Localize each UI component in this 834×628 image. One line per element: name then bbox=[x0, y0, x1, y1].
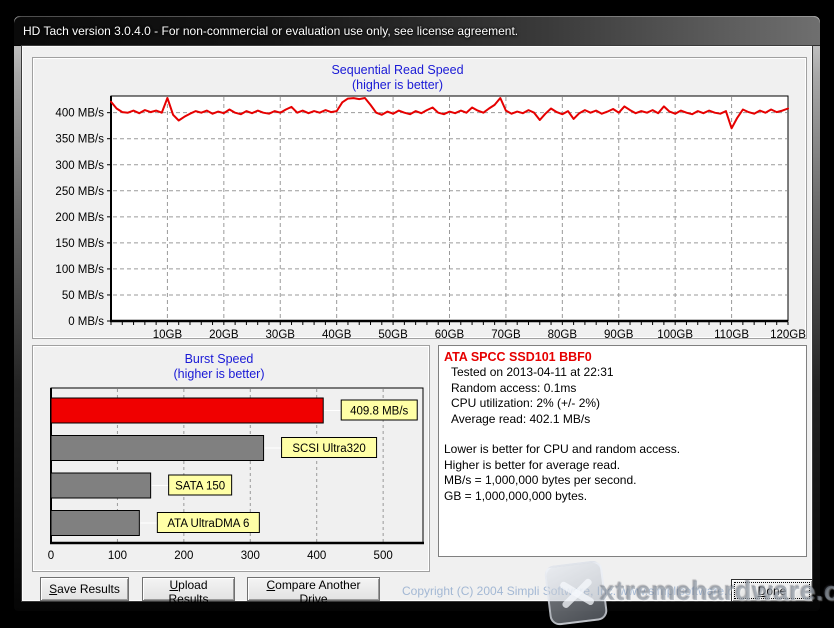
sequential-read-chart: Sequential Read Speed(higher is better) 0… bbox=[33, 58, 806, 338]
svg-text:100 MB/s: 100 MB/s bbox=[55, 264, 104, 276]
window-titlebar[interactable]: HD Tach version 3.0.4.0 - For non-commer… bbox=[14, 16, 820, 46]
svg-text:90GB: 90GB bbox=[604, 329, 634, 338]
svg-text:20GB: 20GB bbox=[209, 329, 239, 338]
svg-text:80GB: 80GB bbox=[548, 329, 578, 338]
svg-text:40GB: 40GB bbox=[322, 329, 352, 338]
info-line: CPU utilization: 2% (+/- 2%) bbox=[444, 396, 800, 412]
info-line: Lower is better for CPU and random acces… bbox=[444, 442, 800, 458]
info-line: GB = 1,000,000,000 bytes. bbox=[444, 489, 800, 505]
upload-results-button[interactable]: Upload Results bbox=[142, 577, 235, 601]
info-line: MB/s = 1,000,000 bytes per second. bbox=[444, 473, 800, 489]
window-title: HD Tach version 3.0.4.0 - For non-commer… bbox=[23, 24, 518, 38]
svg-text:200: 200 bbox=[174, 550, 193, 562]
svg-text:(higher is better): (higher is better) bbox=[352, 78, 443, 92]
svg-text:250 MB/s: 250 MB/s bbox=[55, 186, 104, 198]
svg-text:100: 100 bbox=[108, 550, 127, 562]
svg-text:400 MB/s: 400 MB/s bbox=[55, 108, 104, 120]
svg-text:SCSI Ultra320: SCSI Ultra320 bbox=[292, 443, 366, 455]
svg-text:60GB: 60GB bbox=[435, 329, 465, 338]
watermark-logo-icon bbox=[544, 560, 609, 627]
svg-text:300 MB/s: 300 MB/s bbox=[55, 160, 104, 172]
compare-another-drive-button[interactable]: Compare Another Drive bbox=[247, 577, 380, 601]
svg-text:50 MB/s: 50 MB/s bbox=[62, 290, 104, 302]
screen-background: HD Tach version 3.0.4.0 - For non-commer… bbox=[0, 0, 834, 628]
svg-text:10GB: 10GB bbox=[153, 329, 183, 338]
svg-text:0: 0 bbox=[48, 550, 54, 562]
save-results-button[interactable]: Save Results bbox=[40, 577, 129, 601]
svg-text:Sequential Read Speed: Sequential Read Speed bbox=[331, 63, 463, 77]
test-details: Tested on 2013-04-11 at 22:31Random acce… bbox=[444, 365, 800, 427]
svg-text:300: 300 bbox=[241, 550, 260, 562]
info-line: Random access: 0.1ms bbox=[444, 381, 800, 397]
svg-text:30GB: 30GB bbox=[266, 329, 296, 338]
svg-text:0 MB/s: 0 MB/s bbox=[68, 316, 104, 328]
svg-text:100GB: 100GB bbox=[657, 329, 693, 338]
info-line: Higher is better for average read. bbox=[444, 458, 800, 474]
svg-text:70GB: 70GB bbox=[491, 329, 521, 338]
svg-text:150 MB/s: 150 MB/s bbox=[55, 238, 104, 250]
drive-info-panel: ATA SPCC SSD101 BBF0 Tested on 2013-04-1… bbox=[438, 345, 807, 557]
svg-text:Burst Speed: Burst Speed bbox=[185, 352, 254, 366]
svg-text:50GB: 50GB bbox=[378, 329, 408, 338]
info-notes: Lower is better for CPU and random acces… bbox=[444, 442, 800, 504]
sequential-read-panel: Sequential Read Speed(higher is better) 0… bbox=[32, 57, 807, 339]
info-spacer bbox=[444, 427, 800, 442]
svg-text:200 MB/s: 200 MB/s bbox=[55, 212, 104, 224]
burst-speed-panel: Burst Speed(higher is better) 409.8 MB/s S… bbox=[32, 345, 430, 572]
svg-text:110GB: 110GB bbox=[714, 329, 749, 338]
drive-name: ATA SPCC SSD101 BBF0 bbox=[444, 349, 800, 365]
svg-text:409.8 MB/s: 409.8 MB/s bbox=[350, 406, 408, 418]
svg-text:350 MB/s: 350 MB/s bbox=[55, 134, 104, 146]
info-line: Tested on 2013-04-11 at 22:31 bbox=[444, 365, 800, 381]
svg-text:SATA 150: SATA 150 bbox=[175, 481, 225, 493]
client-area: Sequential Read Speed(higher is better)0… bbox=[22, 46, 812, 601]
info-line: Average read: 402.1 MB/s bbox=[444, 412, 800, 428]
svg-text:120GB: 120GB bbox=[770, 329, 806, 338]
svg-text:ATA UltraDMA 6: ATA UltraDMA 6 bbox=[167, 518, 249, 530]
watermark-text: xtremehardware.com bbox=[600, 576, 834, 607]
hdtach-window: HD Tach version 3.0.4.0 - For non-commer… bbox=[13, 15, 821, 612]
svg-text:(higher is better): (higher is better) bbox=[173, 367, 264, 381]
svg-text:500: 500 bbox=[374, 550, 393, 562]
burst-speed-chart: Burst Speed(higher is better) 409.8 MB/s S… bbox=[33, 346, 429, 571]
svg-text:400: 400 bbox=[307, 550, 326, 562]
